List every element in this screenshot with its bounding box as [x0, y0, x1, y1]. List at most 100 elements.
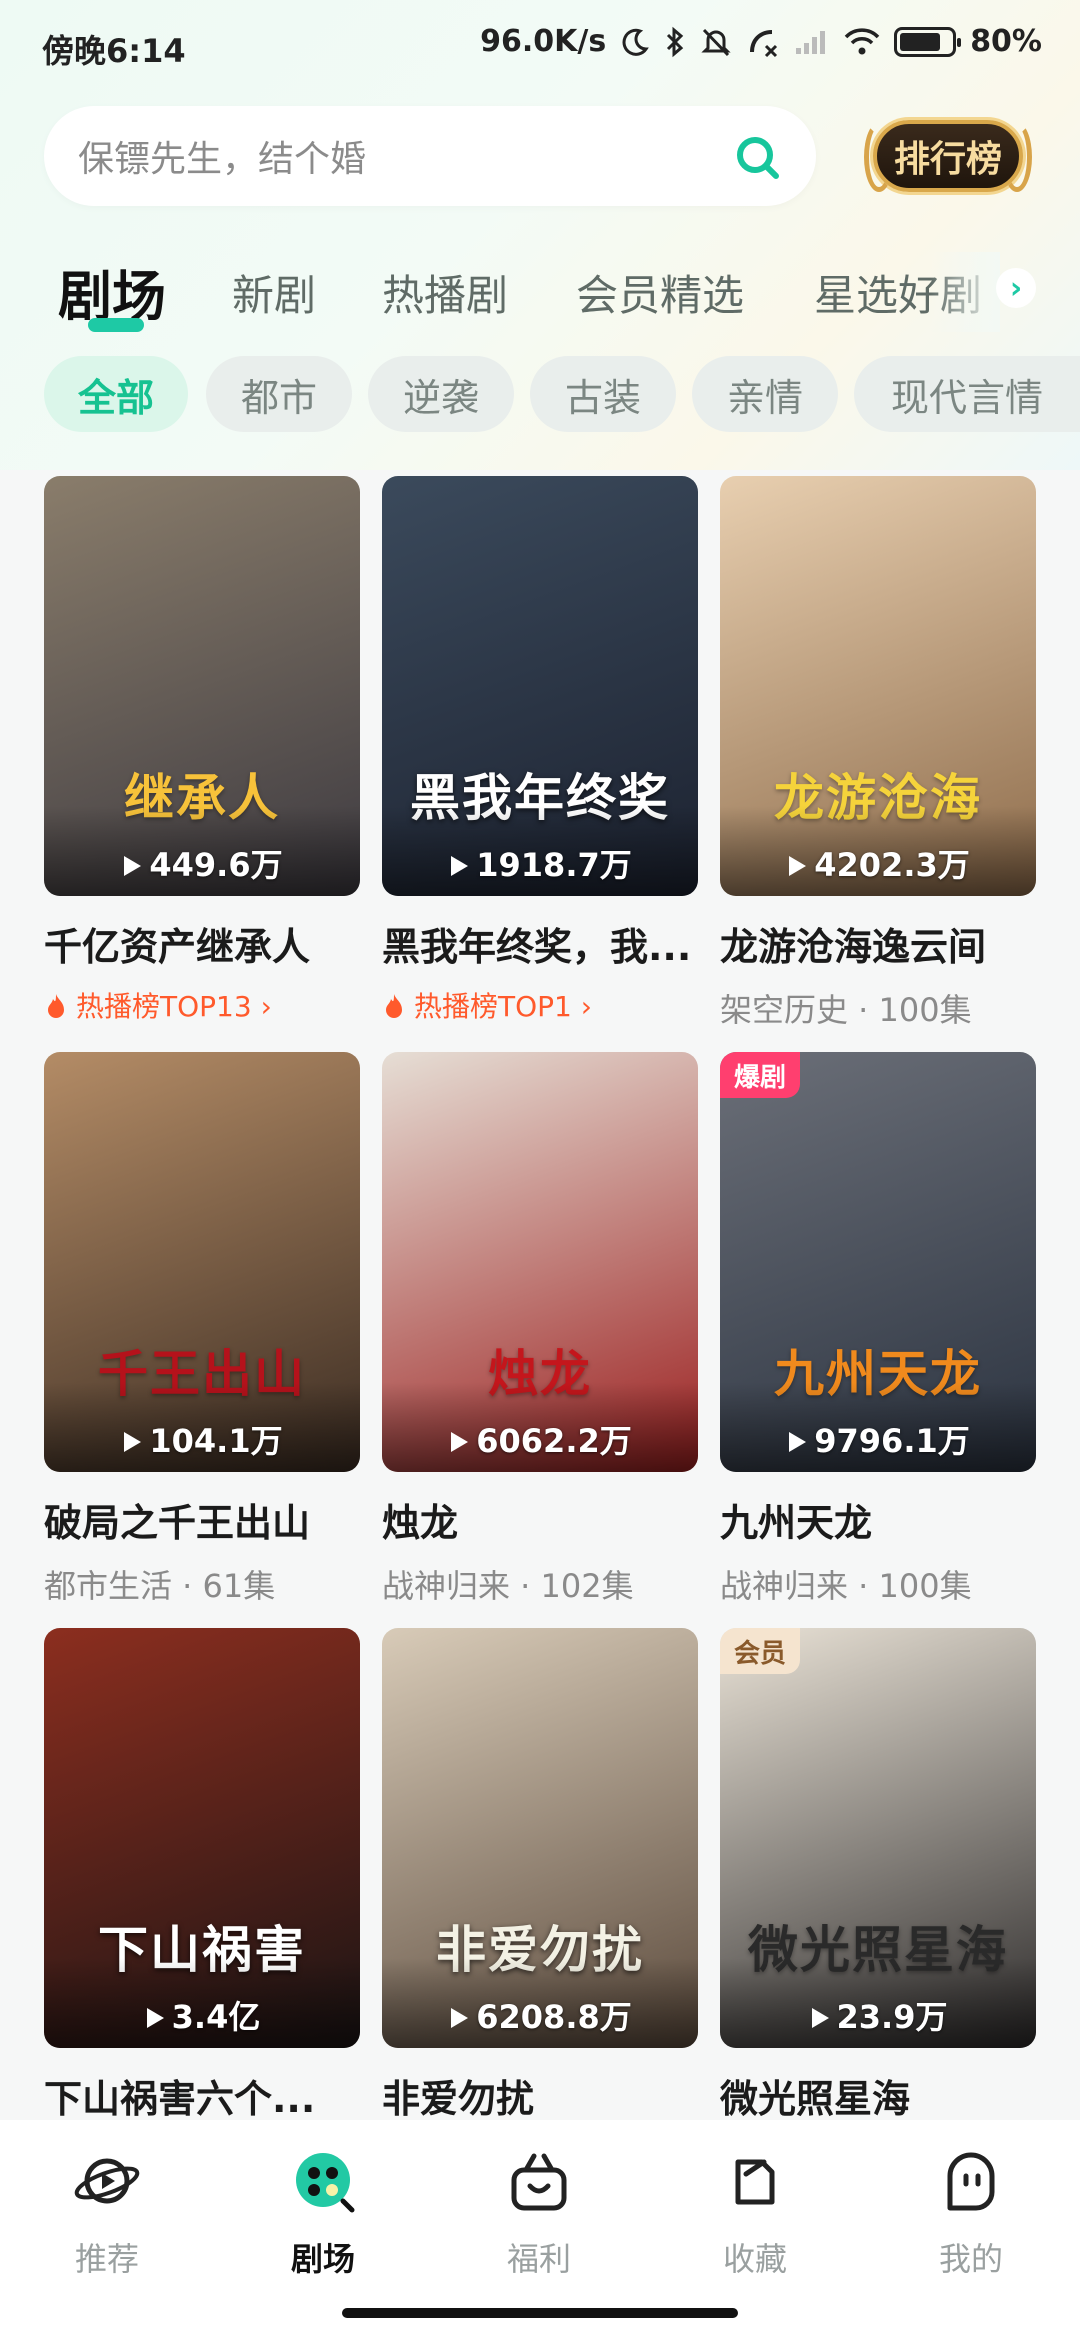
home-indicator[interactable]: [342, 2308, 738, 2318]
drama-poster[interactable]: 龙游沧海 4202.3万: [720, 476, 1036, 896]
tab-vip-selected[interactable]: 会员精选: [576, 262, 744, 323]
nav-profile[interactable]: 我的: [896, 2146, 1046, 2280]
nav-favorites[interactable]: 收藏: [680, 2146, 830, 2280]
wifi-icon: [844, 27, 880, 54]
play-icon: [124, 856, 142, 876]
chevron-right-icon: ›: [251, 990, 272, 1023]
nav-recommend[interactable]: 推荐: [32, 2146, 182, 2280]
theater-icon: [296, 2153, 355, 2213]
poster-badge: 会员: [720, 1628, 801, 1674]
battery-icon: [894, 26, 962, 57]
drama-card[interactable]: 下山祸害 3.4亿下山祸害六个...: [44, 1628, 360, 2123]
drama-meta: 战神归来 · 100集: [720, 1567, 972, 1605]
drama-title[interactable]: 烛龙: [382, 1492, 698, 1547]
play-count-value: 3.4亿: [171, 1998, 261, 2036]
drama-card[interactable]: 九州天龙 爆剧 9796.1万 九州天龙 战神归来 · 100集: [720, 1052, 1036, 1607]
play-count: 9796.1万: [720, 1416, 1036, 1462]
play-icon: [789, 1432, 807, 1452]
nav-welfare[interactable]: 福利: [464, 2146, 614, 2280]
drama-title[interactable]: 龙游沧海逸云间: [720, 916, 1036, 971]
drama-poster[interactable]: 微光照星海 会员 23.9万: [720, 1628, 1036, 2048]
flame-icon: [386, 994, 402, 1018]
tab-fade: [930, 252, 1000, 332]
gift-icon: [511, 2153, 567, 2211]
play-count-value: 104.1万: [149, 1422, 283, 1460]
bottom-nav: 推荐 剧场 福利 收藏 我的: [0, 2120, 1080, 2340]
drama-poster[interactable]: 烛龙 6062.2万: [382, 1052, 698, 1472]
play-count-value: 4202.3万: [814, 846, 970, 884]
drama-card[interactable]: 龙游沧海 4202.3万龙游沧海逸云间架空历史 · 100集: [720, 476, 1036, 1031]
drama-poster[interactable]: 九州天龙 爆剧 9796.1万: [720, 1052, 1036, 1472]
drama-card[interactable]: 烛龙 6062.2万 烛龙 战神归来 · 102集: [382, 1052, 698, 1607]
play-count-value: 6208.8万: [476, 1998, 632, 2036]
chip-urban[interactable]: 都市: [206, 356, 352, 432]
play-count: 6208.8万: [382, 1992, 698, 2038]
poster-badge: 爆剧: [720, 1052, 801, 1098]
drama-poster[interactable]: 千王出山 104.1万: [44, 1052, 360, 1472]
bluetooth-icon: [667, 26, 684, 57]
play-count: 104.1万: [44, 1416, 360, 1462]
laurel-left-icon: [864, 122, 894, 192]
drama-poster[interactable]: 继承人 449.6万: [44, 476, 360, 896]
search-input[interactable]: 保镖先生，结个婚: [44, 106, 816, 206]
hot-rank-text: 热播榜TOP13: [76, 990, 252, 1023]
laurel-right-icon: [1002, 122, 1032, 192]
play-count-value: 9796.1万: [814, 1422, 970, 1460]
signal-icon: [796, 30, 826, 54]
chip-modern-romance[interactable]: 现代言情: [854, 356, 1080, 432]
drama-card[interactable]: 千王出山 104.1万 破局之千王出山 都市生活 · 61集: [44, 1052, 360, 1607]
drama-title[interactable]: 千亿资产继承人: [44, 916, 360, 971]
drama-title[interactable]: 九州天龙: [720, 1492, 1036, 1547]
play-count-value: 23.9万: [836, 1998, 948, 2036]
play-count: 23.9万: [720, 1992, 1036, 2038]
ranking-button[interactable]: 排行榜: [862, 108, 1034, 204]
drama-meta: 架空历史 · 100集: [720, 991, 972, 1029]
play-count: 449.6万: [44, 840, 360, 886]
status-icons: 96.0K/s 80%: [480, 24, 1042, 59]
tabs-more-chevron-icon[interactable]: ›: [996, 268, 1036, 308]
tab-active-indicator: [88, 318, 144, 332]
status-time: 傍晚6:14: [42, 32, 186, 70]
battery-percent: 80%: [970, 24, 1042, 59]
hot-rank-text: 热播榜TOP1: [414, 990, 572, 1023]
profile-icon: [947, 2152, 995, 2211]
bookmark-icon: [735, 2159, 775, 2205]
play-count: 6062.2万: [382, 1416, 698, 1462]
drama-poster[interactable]: 非爱勿扰 6208.8万: [382, 1628, 698, 2048]
status-bar: 傍晚6:14 96.0K/s 80%: [0, 0, 1080, 96]
tab-new[interactable]: 新剧: [232, 262, 316, 323]
drama-title[interactable]: 黑我年终奖，我...: [382, 916, 698, 971]
network-speed: 96.0K/s: [480, 24, 607, 59]
play-icon: [451, 1432, 469, 1452]
drama-card[interactable]: 黑我年终奖 1918.7万黑我年终奖，我... 热播榜TOP1 ›: [382, 476, 698, 1025]
play-icon: [451, 2008, 469, 2028]
drama-card[interactable]: 非爱勿扰 6208.8万非爱勿扰: [382, 1628, 698, 2123]
hot-rank-link[interactable]: 热播榜TOP1 ›: [382, 985, 698, 1025]
tab-hot[interactable]: 热播剧: [382, 262, 508, 323]
play-icon: [146, 2008, 164, 2028]
nav-theater[interactable]: 剧场: [248, 2146, 398, 2280]
drama-poster[interactable]: 黑我年终奖 1918.7万: [382, 476, 698, 896]
hot-rank-link[interactable]: 热播榜TOP13 ›: [44, 985, 360, 1025]
drama-poster[interactable]: 下山祸害 3.4亿: [44, 1628, 360, 2048]
play-count-value: 449.6万: [149, 846, 283, 884]
drama-title[interactable]: 非爱勿扰: [382, 2068, 698, 2123]
play-count: 1918.7万: [382, 840, 698, 886]
drama-card[interactable]: 继承人 449.6万千亿资产继承人热播榜TOP13 ›: [44, 476, 360, 1025]
ranking-label: 排行榜: [873, 120, 1023, 192]
chip-all[interactable]: 全部: [44, 356, 188, 432]
drama-title[interactable]: 微光照星海: [720, 2068, 1036, 2123]
drama-title[interactable]: 破局之千王出山: [44, 1492, 360, 1547]
play-icon: [811, 2008, 829, 2028]
chip-comeback[interactable]: 逆袭: [368, 356, 514, 432]
mute-bell-icon: [701, 28, 731, 56]
drama-title[interactable]: 下山祸害六个...: [44, 2068, 360, 2123]
chip-family[interactable]: 亲情: [692, 356, 838, 432]
chip-costume[interactable]: 古装: [530, 356, 676, 432]
flame-icon: [48, 994, 64, 1018]
planet-play-icon: [74, 2158, 140, 2204]
play-count-value: 6062.2万: [476, 1422, 632, 1460]
search-icon[interactable]: [734, 134, 780, 180]
play-icon: [789, 856, 807, 876]
drama-card[interactable]: 微光照星海 会员 23.9万 微光照星海: [720, 1628, 1036, 2123]
